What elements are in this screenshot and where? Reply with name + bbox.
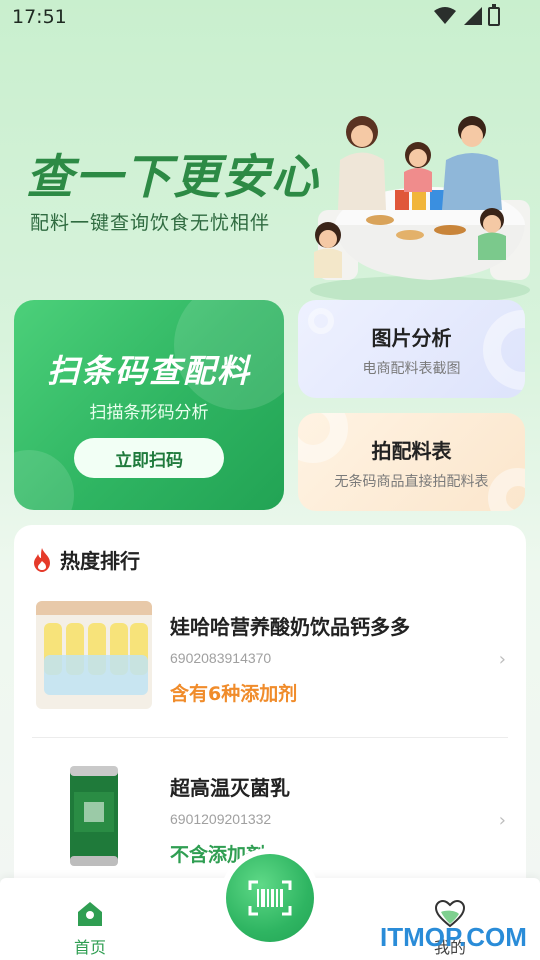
product-thumbnail [36, 601, 152, 709]
ranking-header: 热度排行 [32, 545, 140, 574]
ranking-item[interactable]: 娃哈哈营养酸奶饮品钙多多 6902083914370 含有6种添加剂 › [32, 597, 508, 727]
scan-card-title: 扫条码查配料 [46, 352, 251, 390]
home-icon [78, 902, 102, 926]
additive-tag: 含有6种添加剂 [170, 683, 298, 705]
watermark: ITMOP.COM [380, 922, 527, 952]
scan-barcode-card[interactable]: 扫条码查配料 扫描条形码分析 立即扫码 [14, 300, 284, 510]
image-analysis-card[interactable]: 图片分析 电商配料表截图 [298, 300, 525, 398]
hero-title: 查一下更安心 [26, 150, 320, 205]
ranking-title: 热度排行 [60, 549, 140, 573]
image-analysis-title: 图片分析 [371, 326, 452, 350]
battery-icon [488, 4, 500, 26]
scan-now-button[interactable]: 立即扫码 [74, 438, 224, 478]
product-thumbnail [36, 762, 152, 870]
scan-card-subtitle: 扫描条形码分析 [89, 403, 209, 423]
chevron-right-icon: › [498, 810, 506, 831]
status-icons [434, 7, 482, 25]
hero-subtitle: 配料一键查询饮食无忧相伴 [30, 212, 271, 234]
signal-icon [464, 7, 482, 25]
product-barcode: 6901209201332 [170, 811, 272, 827]
family-dining-illustration [310, 116, 530, 304]
image-analysis-subtitle: 电商配料表截图 [362, 361, 461, 377]
photo-ingredients-subtitle: 无条码商品直接拍配料表 [334, 474, 489, 490]
wifi-icon [434, 7, 456, 24]
product-barcode: 6902083914370 [170, 650, 272, 666]
scan-fab-button[interactable] [226, 854, 314, 942]
status-bar: 17:51 [0, 0, 540, 34]
nav-home[interactable]: 首页 [60, 900, 120, 958]
barcode-scan-icon [248, 880, 292, 916]
fire-icon [34, 547, 50, 572]
nav-home-label: 首页 [73, 938, 106, 957]
photo-ingredients-card[interactable]: 拍配料表 无条码商品直接拍配料表 [298, 413, 525, 511]
decor-bubble [14, 450, 74, 510]
row-divider [32, 737, 508, 738]
status-time: 17:51 [12, 6, 67, 28]
photo-ingredients-title: 拍配料表 [371, 439, 452, 463]
product-name: 娃哈哈营养酸奶饮品钙多多 [170, 615, 410, 639]
product-name: 超高温灭菌乳 [170, 776, 290, 800]
chevron-right-icon: › [498, 649, 506, 670]
